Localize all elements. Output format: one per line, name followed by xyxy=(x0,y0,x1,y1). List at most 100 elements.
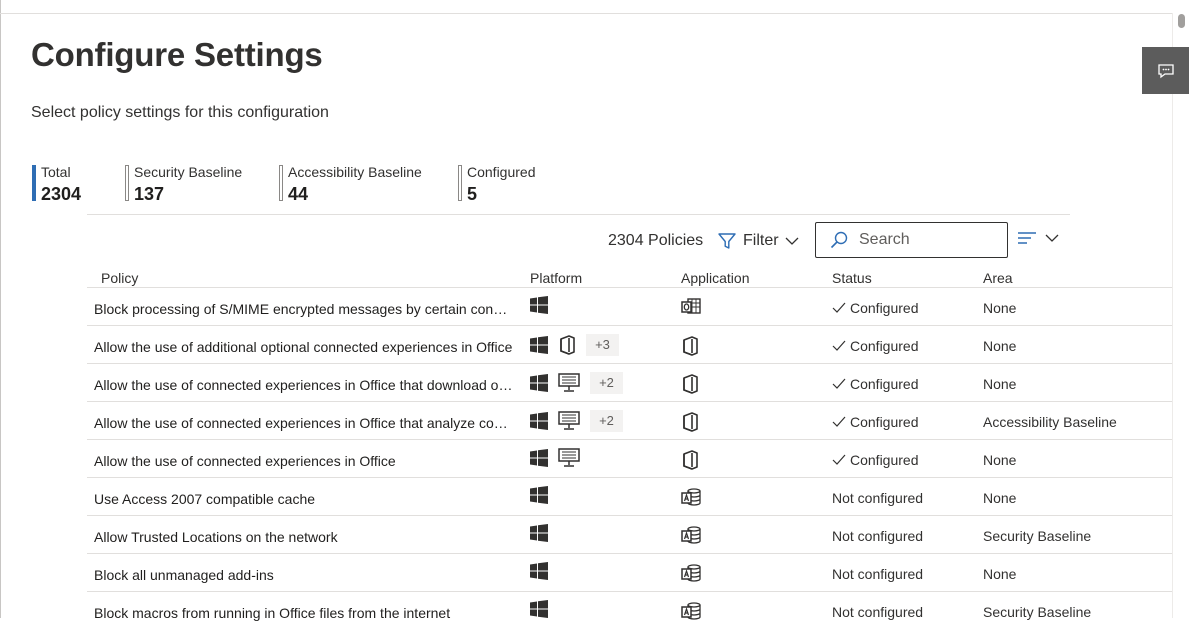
windows-icon xyxy=(530,486,548,504)
stat-indicator xyxy=(32,165,36,201)
column-header-application[interactable]: Application xyxy=(681,270,750,286)
application-cell xyxy=(681,602,701,625)
status-text: Configured xyxy=(850,376,919,392)
windows-icon xyxy=(530,449,548,467)
area-cell: None xyxy=(983,490,1017,506)
page-title: Configure Settings xyxy=(31,36,323,73)
policy-name[interactable]: Block all unmanaged add-ins xyxy=(94,567,514,583)
checkmark-icon xyxy=(832,340,846,352)
table-row[interactable]: Block macros from running in Office file… xyxy=(87,591,1172,629)
application-cell xyxy=(681,564,701,587)
status-text: Configured xyxy=(850,338,919,354)
policy-name[interactable]: Allow the use of connected experiences i… xyxy=(94,377,514,393)
outlook-icon xyxy=(681,298,701,316)
search-input[interactable] xyxy=(857,230,1001,250)
chat-feedback-icon xyxy=(1157,62,1175,80)
chevron-down-icon xyxy=(785,236,799,246)
stat-value: 5 xyxy=(467,184,478,204)
access-icon xyxy=(681,526,701,544)
chevron-down-icon xyxy=(1045,233,1059,243)
column-header-area[interactable]: Area xyxy=(983,270,1013,286)
access-icon xyxy=(681,564,701,582)
filter-label: Filter xyxy=(743,232,779,249)
stat-security-baseline[interactable]: Security Baseline 137 xyxy=(125,164,242,204)
table-row[interactable]: Use Access 2007 compatible cache Not conf… xyxy=(87,477,1172,515)
platform-cell xyxy=(530,524,548,542)
top-divider xyxy=(0,13,1172,14)
application-cell xyxy=(681,336,699,361)
column-header-status[interactable]: Status xyxy=(832,270,872,286)
application-cell xyxy=(681,374,699,399)
status-cell: Configured xyxy=(832,452,919,468)
table-row[interactable]: Block processing of S/MIME encrypted mes… xyxy=(87,287,1172,325)
area-cell: None xyxy=(983,300,1017,316)
stats-divider xyxy=(87,214,1070,215)
status-cell: Configured xyxy=(832,300,919,316)
access-icon xyxy=(681,602,701,620)
status-text: Not configured xyxy=(832,528,924,544)
table-row[interactable]: Allow Trusted Locations on the network No… xyxy=(87,515,1172,553)
more-platforms-badge[interactable]: +3 xyxy=(586,334,619,356)
column-header-policy[interactable]: Policy xyxy=(101,270,138,286)
more-platforms-badge[interactable]: +2 xyxy=(590,410,623,432)
area-cell: None xyxy=(983,338,1017,354)
application-cell xyxy=(681,526,701,549)
filter-button[interactable]: Filter xyxy=(717,229,799,253)
scrollbar-track[interactable] xyxy=(1172,13,1189,618)
office-icon xyxy=(681,450,699,470)
table-row[interactable]: Allow the use of connected experiences i… xyxy=(87,439,1172,477)
column-header-platform[interactable]: Platform xyxy=(530,270,582,286)
platform-cell: +2 xyxy=(530,372,623,394)
windows-icon xyxy=(530,336,548,354)
stat-indicator xyxy=(279,165,283,201)
policy-name[interactable]: Block macros from running in Office file… xyxy=(94,605,514,621)
view-options-button[interactable] xyxy=(1017,230,1059,246)
policy-name[interactable]: Use Access 2007 compatible cache xyxy=(94,491,514,507)
policy-name[interactable]: Allow the use of connected experiences i… xyxy=(94,415,514,431)
more-platforms-badge[interactable]: +2 xyxy=(590,372,623,394)
table-row[interactable]: Allow the use of connected experiences i… xyxy=(87,401,1172,439)
checkmark-icon xyxy=(832,454,846,466)
policy-name[interactable]: Allow the use of connected experiences i… xyxy=(94,453,514,469)
stat-indicator xyxy=(125,165,129,201)
stat-configured[interactable]: Configured 5 xyxy=(458,164,536,204)
application-cell xyxy=(681,412,699,437)
table-row[interactable]: Allow the use of additional optional con… xyxy=(87,325,1172,363)
windows-icon xyxy=(530,374,548,392)
windows-icon xyxy=(530,562,548,580)
application-cell xyxy=(681,488,701,511)
status-cell: Configured xyxy=(832,338,919,354)
application-cell xyxy=(681,298,701,321)
policy-count: 2304 Policies xyxy=(608,232,704,249)
status-cell: Configured xyxy=(832,414,919,430)
list-view-icon xyxy=(1017,230,1037,246)
status-cell: Not configured xyxy=(832,528,923,544)
feedback-button[interactable] xyxy=(1142,47,1189,94)
platform-cell xyxy=(530,448,580,468)
stat-accessibility-baseline[interactable]: Accessibility Baseline 44 xyxy=(279,164,422,204)
filter-icon xyxy=(717,231,737,251)
stat-value: 44 xyxy=(288,184,309,204)
stat-total[interactable]: Total 2304 xyxy=(32,164,82,204)
platform-cell xyxy=(530,562,548,580)
platform-cell: +3 xyxy=(530,334,619,356)
stat-label: Accessibility Baseline xyxy=(288,164,422,180)
policy-table: Block processing of S/MIME encrypted mes… xyxy=(87,287,1172,629)
table-row[interactable]: Allow the use of connected experiences i… xyxy=(87,363,1172,401)
policy-name[interactable]: Block processing of S/MIME encrypted mes… xyxy=(94,301,514,317)
status-text: Configured xyxy=(850,414,919,430)
platform-cell: +2 xyxy=(530,410,623,432)
status-cell: Configured xyxy=(832,376,919,392)
table-row[interactable]: Block all unmanaged add-ins Not configure… xyxy=(87,553,1172,591)
policy-name[interactable]: Allow Trusted Locations on the network xyxy=(94,529,514,545)
monitor-icon xyxy=(558,373,580,393)
stat-value: 2304 xyxy=(41,184,82,204)
scrollbar-thumb[interactable] xyxy=(1178,14,1185,28)
status-text: Configured xyxy=(850,452,919,468)
application-cell xyxy=(681,450,699,475)
checkmark-icon xyxy=(832,416,846,428)
policy-name[interactable]: Allow the use of additional optional con… xyxy=(94,339,514,355)
search-icon xyxy=(829,230,849,250)
monitor-icon xyxy=(558,411,580,431)
search-box[interactable] xyxy=(815,222,1008,258)
